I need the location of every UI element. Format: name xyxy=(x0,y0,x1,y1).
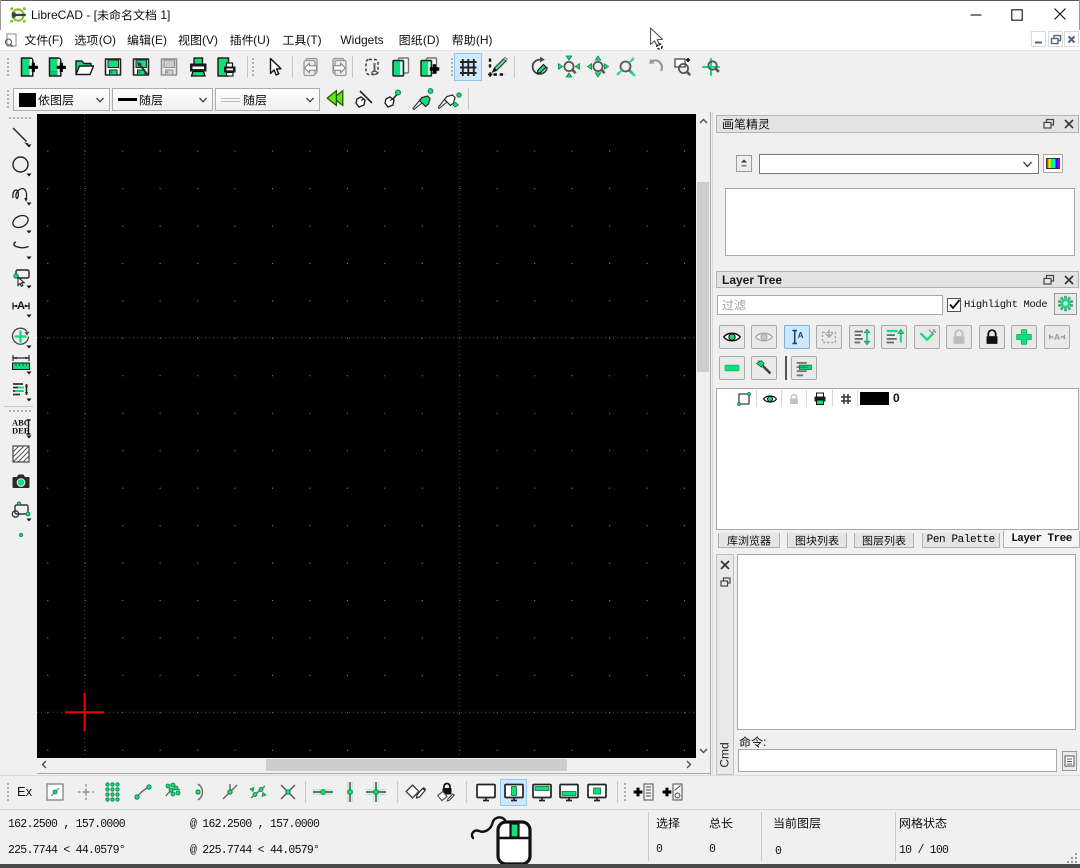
svg-text:A: A xyxy=(1054,332,1061,342)
svg-text:A: A xyxy=(932,328,937,335)
svg-text:DEF: DEF xyxy=(12,425,29,435)
svg-text:A: A xyxy=(797,331,803,340)
svg-text:A: A xyxy=(17,300,25,312)
